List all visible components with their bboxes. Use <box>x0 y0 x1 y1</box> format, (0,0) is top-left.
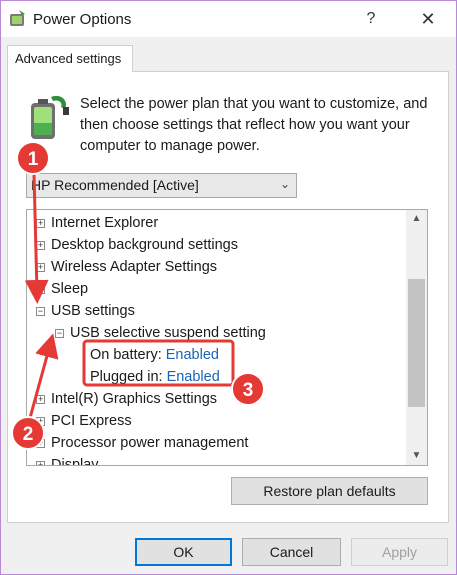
tree-item-usb-settings[interactable]: − USB settings <box>36 300 135 322</box>
battery-plug-icon <box>25 93 71 143</box>
tree-item-display[interactable]: + Display <box>36 454 99 466</box>
restore-plan-defaults-button[interactable]: Restore plan defaults <box>231 477 428 505</box>
tree-item-wireless-adapter[interactable]: + Wireless Adapter Settings <box>36 256 217 278</box>
tree-scrollbar[interactable]: ▲ ▼ <box>406 210 427 465</box>
title-bar: Power Options ? ✕ <box>1 1 456 37</box>
tree-item-internet-explorer[interactable]: + Internet Explorer <box>36 212 158 234</box>
tree-item-on-battery: On battery: Enabled <box>90 344 219 366</box>
minus-box-icon[interactable]: − <box>55 328 64 338</box>
tree-item-pci-express[interactable]: + PCI Express <box>36 410 132 432</box>
tree-item-processor-power[interactable]: + Processor power management <box>36 432 248 454</box>
plugged-in-value-link[interactable]: Enabled <box>167 369 220 385</box>
power-options-window: Power Options ? ✕ Advanced settings Sele… <box>0 0 457 575</box>
plus-box-icon[interactable]: + <box>36 460 45 465</box>
tree-item-plugged-in: Plugged in: Enabled <box>90 366 220 388</box>
tree-item-label: Processor power management <box>51 435 249 451</box>
settings-tree[interactable]: + Internet Explorer + Desktop background… <box>26 209 428 466</box>
window-title: Power Options <box>33 11 132 28</box>
minus-box-icon[interactable]: − <box>36 306 45 316</box>
scroll-down-arrow-icon[interactable]: ▼ <box>406 447 427 465</box>
plus-box-icon[interactable]: + <box>36 438 45 448</box>
tree-item-sleep[interactable]: + Sleep <box>36 278 88 300</box>
ok-button[interactable]: OK <box>135 538 232 566</box>
tree-item-label: Internet Explorer <box>51 215 159 231</box>
plus-box-icon[interactable]: + <box>36 416 45 426</box>
tab-advanced-settings[interactable]: Advanced settings <box>7 45 133 72</box>
intro-text: Select the power plan that you want to c… <box>80 96 428 154</box>
tree-item-label: USB selective suspend setting <box>70 325 266 341</box>
tree-item-label: Desktop background settings <box>51 237 238 253</box>
plus-box-icon[interactable]: + <box>36 218 45 228</box>
power-options-icon <box>7 8 29 30</box>
scroll-thumb[interactable] <box>408 279 425 407</box>
apply-button[interactable]: Apply <box>351 538 448 566</box>
chevron-down-icon: ⌄ <box>279 177 290 191</box>
tree-item-label: Sleep <box>51 281 89 297</box>
tree-item-intel-graphics[interactable]: + Intel(R) Graphics Settings <box>36 388 217 410</box>
plus-box-icon[interactable]: + <box>36 240 45 250</box>
plus-box-icon[interactable]: + <box>36 262 45 272</box>
power-plan-dropdown[interactable]: HP Recommended [Active] ⌄ <box>26 173 297 198</box>
tree-item-label: Wireless Adapter Settings <box>51 259 218 275</box>
close-button[interactable]: ✕ <box>406 5 450 33</box>
plus-box-icon[interactable]: + <box>36 394 45 404</box>
tree-item-desktop-background[interactable]: + Desktop background settings <box>36 234 238 256</box>
help-button[interactable]: ? <box>358 7 384 31</box>
on-battery-label: On battery: <box>90 347 162 363</box>
tree-item-usb-selective-suspend[interactable]: − USB selective suspend setting <box>55 322 266 344</box>
tree-item-label: Intel(R) Graphics Settings <box>51 391 218 407</box>
tree-item-label: USB settings <box>51 303 135 319</box>
cancel-button[interactable]: Cancel <box>242 538 341 566</box>
plus-box-icon[interactable]: + <box>36 284 45 294</box>
scroll-up-arrow-icon[interactable]: ▲ <box>406 210 427 228</box>
tree-item-label: PCI Express <box>51 413 132 429</box>
power-plan-selected: HP Recommended [Active] <box>31 177 199 193</box>
on-battery-value-link[interactable]: Enabled <box>166 347 219 363</box>
plugged-in-label: Plugged in: <box>90 369 163 385</box>
tree-item-label: Display <box>51 457 99 466</box>
